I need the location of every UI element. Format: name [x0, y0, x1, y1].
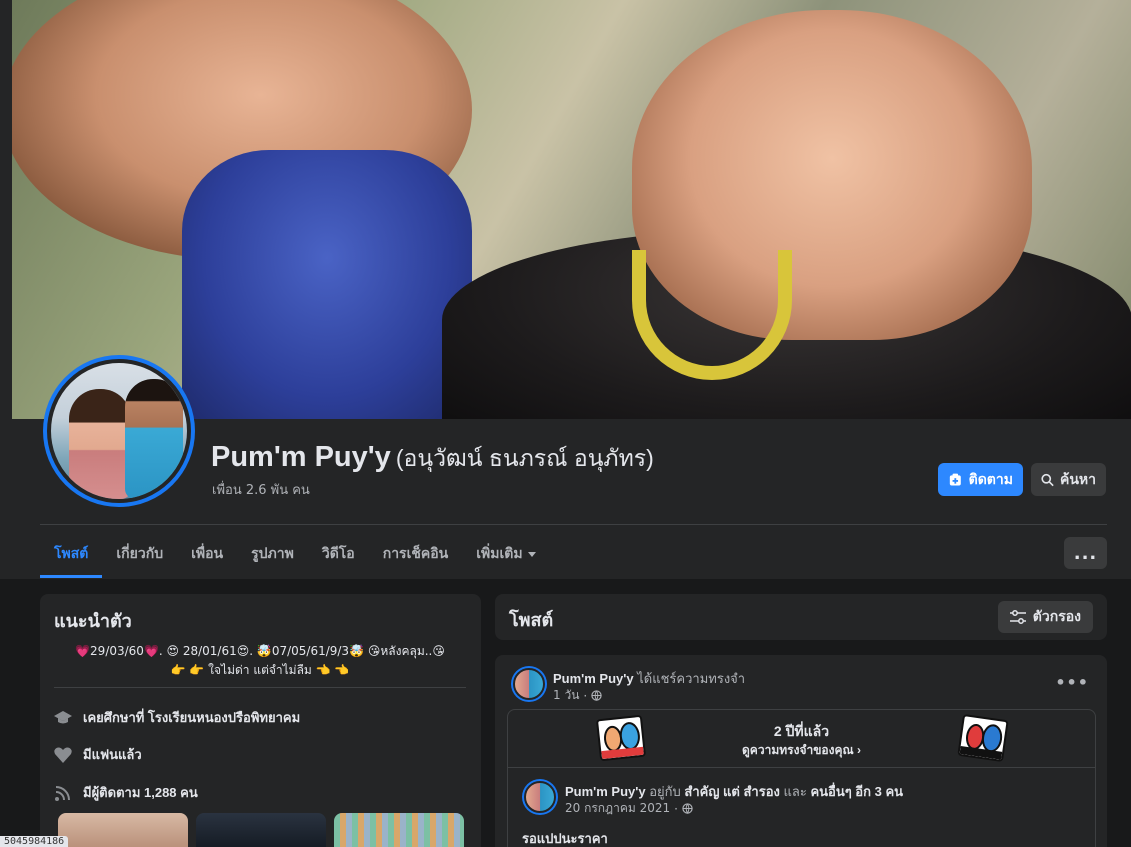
post-time[interactable]: 1 วัน	[553, 686, 579, 705]
memory-sticker-right	[957, 714, 1009, 762]
follow-button[interactable]: ติดตาม	[938, 463, 1023, 496]
inner-post-others[interactable]: คนอื่นๆ อีก 3 คน	[810, 784, 903, 799]
heart-icon	[53, 745, 73, 765]
tab-about[interactable]: เกี่ยวกับ	[102, 530, 177, 578]
featured-photos	[58, 813, 464, 847]
profile-alternate-name: (อนุวัฒน์ ธนภรณ์ อนุภัทร)	[395, 445, 654, 471]
follow-icon	[949, 473, 961, 485]
profile-name-row: Pum'm Puy'y (อนุวัฒน์ ธนภรณ์ อนุภัทร)	[211, 441, 654, 477]
cover-child-shirt-left	[182, 150, 472, 419]
followers-text: มีผู้ติดตาม 1,288 คน	[83, 785, 198, 800]
inner-post-avatar[interactable]	[522, 779, 558, 815]
inner-post-meta: 20 กรกฎาคม 2021 ·	[565, 799, 693, 818]
cover-frame	[0, 0, 12, 419]
post-options-button[interactable]: •••	[1055, 673, 1089, 692]
caret-down-icon	[527, 552, 536, 557]
facebook-profile-page: Pum'm Puy'y (อนุวัฒน์ ธนภรณ์ อนุภัทร) เพ…	[0, 0, 1131, 847]
chevron-right-icon: ›	[856, 743, 861, 757]
intro-bio: 💗29/03/60💗. 😍 28/01/61😍. 🤯07/05/61/9/3🤯 …	[54, 642, 466, 680]
profile-name: Pum'm Puy'y	[211, 441, 391, 473]
tab-photos[interactable]: รูปภาพ	[237, 530, 308, 578]
tab-more[interactable]: เพิ่มเติม	[462, 530, 549, 578]
intro-followers[interactable]: มีผู้ติดตาม 1,288 คน	[53, 782, 198, 803]
intro-card: แนะนำตัว 💗29/03/60💗. 😍 28/01/61😍. 🤯07/05…	[40, 594, 481, 847]
search-icon	[1041, 473, 1054, 486]
inner-post-tagged[interactable]: สำคัญ แต่ สำรอง	[684, 784, 779, 799]
inner-post-author[interactable]: Pum'm Puy'y	[565, 784, 646, 799]
post-author-avatar[interactable]	[511, 666, 547, 702]
intro-title: แนะนำตัว	[54, 611, 132, 631]
search-label: ค้นหา	[1059, 470, 1096, 487]
post-action: ได้แชร์ความทรงจำ	[637, 671, 746, 686]
id-badge: 5045984186	[0, 836, 69, 847]
intro-relationship: มีแฟนแล้ว	[53, 744, 142, 765]
profile-tabs: โพสต์ เกี่ยวกับ เพื่อน รูปภาพ วิดีโอ การ…	[40, 530, 550, 578]
inner-post-date[interactable]: 20 กรกฎาคม 2021	[565, 799, 670, 818]
relationship-text: มีแฟนแล้ว	[83, 747, 142, 762]
graduation-cap-icon	[53, 708, 73, 728]
posts-title: โพสต์	[509, 610, 554, 630]
sliders-icon	[1009, 610, 1026, 624]
memory-link[interactable]: ดูความทรงจำของคุณ ›	[508, 741, 1095, 760]
more-options-button[interactable]: ...	[1064, 537, 1107, 569]
education-text: เคยศึกษาที่ โรงเรียนหนองปรือพิทยาคม	[83, 710, 301, 725]
search-button[interactable]: ค้นหา	[1031, 463, 1106, 496]
follow-label: ติดตาม	[968, 470, 1013, 487]
tab-friends[interactable]: เพื่อน	[177, 530, 237, 578]
featured-photo[interactable]	[334, 813, 464, 847]
rss-icon	[53, 783, 73, 803]
bio-line-2: 👉 👉 ใจไม่ด่า แต่จำไม่ลืม 👈 👈	[170, 663, 350, 677]
intro-education[interactable]: เคยศึกษาที่ โรงเรียนหนองปรือพิทยาคม	[53, 707, 300, 728]
bio-line-1: 💗29/03/60💗. 😍 28/01/61😍. 🤯07/05/61/9/3🤯 …	[75, 644, 445, 658]
post-card: Pum'm Puy'y ได้แชร์ความทรงจำ 1 วัน · •••…	[495, 655, 1107, 847]
featured-photo[interactable]	[196, 813, 326, 847]
profile-avatar[interactable]	[43, 355, 195, 507]
tab-posts[interactable]: โพสต์	[40, 530, 103, 578]
intro-divider	[54, 687, 466, 688]
globe-icon	[591, 690, 602, 701]
posts-header: โพสต์ ตัวกรอง	[495, 594, 1107, 640]
tab-checkins[interactable]: การเช็คอิน	[369, 530, 463, 578]
filter-button[interactable]: ตัวกรอง	[997, 601, 1093, 633]
featured-photo[interactable]	[58, 813, 188, 847]
cover-photo[interactable]	[12, 0, 1131, 419]
inner-post-text: รอแปปนะราคา	[522, 831, 608, 846]
friends-count[interactable]: เพื่อน 2.6 พัน คน	[212, 479, 310, 500]
post-meta: 1 วัน ·	[553, 686, 602, 705]
filter-label: ตัวกรอง	[1032, 608, 1081, 624]
more-options-label: ...	[1073, 542, 1098, 564]
post-author[interactable]: Pum'm Puy'y	[553, 671, 634, 686]
globe-icon	[682, 803, 693, 814]
memory-box: 2 ปีที่แล้ว ดูความทรงจำของคุณ › Pum'm Pu…	[507, 709, 1096, 847]
tab-videos[interactable]: วิดีโอ	[308, 530, 369, 578]
header-divider	[40, 524, 1107, 525]
memory-banner[interactable]: 2 ปีที่แล้ว ดูความทรงจำของคุณ ›	[508, 710, 1095, 768]
